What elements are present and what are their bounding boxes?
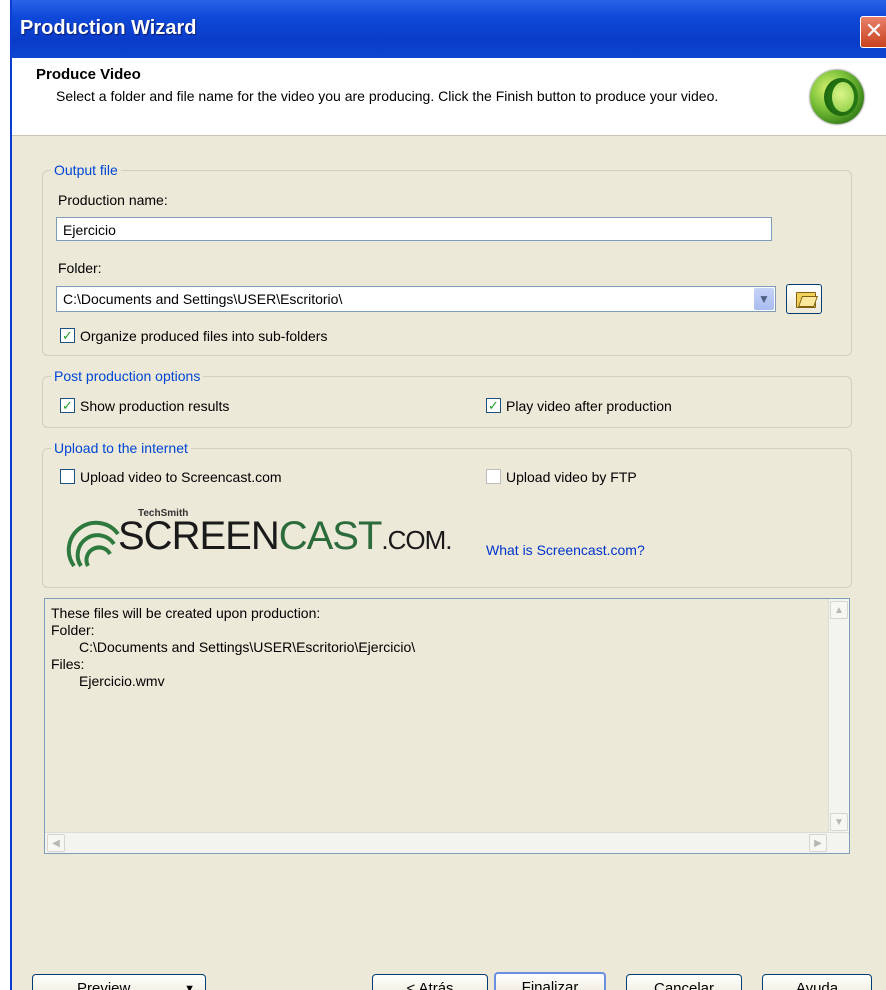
scroll-left-icon[interactable]: ◀ <box>47 834 65 852</box>
production-name-label: Production name: <box>58 192 168 208</box>
play-video-checkbox-label: Play video after production <box>506 398 672 414</box>
organize-checkbox-label: Organize produced files into sub-folders <box>80 328 328 344</box>
folder-dropdown[interactable]: C:\Documents and Settings\USER\Escritori… <box>56 286 776 312</box>
upload-screencast-checkbox[interactable]: Upload video to Screencast.com <box>60 468 360 486</box>
summary-line: Ejercicio.wmv <box>79 673 165 689</box>
production-wizard-window: Production Wizard ✕ Produce Video Select… <box>10 0 886 990</box>
summary-line: C:\Documents and Settings\USER\Escritori… <box>79 639 416 655</box>
preview-button[interactable]: Preview ▼ <box>32 974 206 990</box>
screencast-wordmark: SCREENCAST.COM. <box>118 514 453 559</box>
summary-line: Files: <box>51 656 85 672</box>
open-folder-icon <box>796 292 816 308</box>
upload-screencast-checkbox-box[interactable] <box>60 469 75 484</box>
wordmark-part-1: SCREEN <box>118 514 280 558</box>
show-results-checkbox-box[interactable]: ✓ <box>60 398 75 413</box>
page-description: Select a folder and file name for the vi… <box>56 88 719 104</box>
scroll-up-icon[interactable]: ▲ <box>830 601 848 619</box>
help-button[interactable]: Ayuda <box>762 974 872 990</box>
scroll-down-icon[interactable]: ▼ <box>830 813 848 831</box>
wordmark-part-3: .COM. <box>381 525 452 555</box>
summary-text: These files will be created upon product… <box>51 605 415 690</box>
preview-button-label: Preview <box>77 980 131 990</box>
folder-value: C:\Documents and Settings\USER\Escritori… <box>63 291 343 307</box>
horizontal-scrollbar[interactable]: ◀ ▶ <box>45 832 849 853</box>
close-icon: ✕ <box>864 18 884 43</box>
chevron-down-icon[interactable]: ▼ <box>754 288 774 310</box>
output-file-legend: Output file <box>54 162 118 178</box>
upload-screencast-checkbox-label: Upload video to Screencast.com <box>80 469 282 485</box>
camtasia-logo-icon <box>810 70 864 124</box>
screencast-rings-icon <box>66 520 120 568</box>
upload-ftp-checkbox-label: Upload video by FTP <box>506 469 637 485</box>
screencast-logo: TechSmith SCREENCAST.COM. <box>66 508 466 578</box>
cancel-button[interactable]: Cancelar <box>626 974 742 990</box>
vertical-scrollbar[interactable]: ▲ ▼ <box>828 599 849 833</box>
page-title: Produce Video <box>36 66 141 83</box>
organize-checkbox[interactable]: ✓ Organize produced files into sub-folde… <box>60 327 420 345</box>
play-video-checkbox[interactable]: ✓ Play video after production <box>486 397 746 415</box>
window-title: Production Wizard <box>20 17 197 39</box>
post-production-legend: Post production options <box>54 368 201 384</box>
show-results-checkbox-label: Show production results <box>80 398 230 414</box>
what-is-screencast-link[interactable]: What is Screencast.com? <box>486 542 645 558</box>
browse-folder-button[interactable] <box>786 284 822 314</box>
wizard-header: Produce Video Select a folder and file n… <box>12 58 886 136</box>
finish-button[interactable]: Finalizar <box>494 972 606 990</box>
upload-legend: Upload to the internet <box>54 440 188 456</box>
wordmark-part-2: CAST <box>278 514 383 558</box>
production-summary-box[interactable]: These files will be created upon product… <box>44 598 850 854</box>
chevron-down-icon[interactable]: ▼ <box>184 975 195 990</box>
folder-label: Folder: <box>58 260 102 276</box>
upload-ftp-checkbox-box[interactable] <box>486 469 501 484</box>
summary-line: Folder: <box>51 622 95 638</box>
title-bar[interactable]: Production Wizard ✕ <box>12 0 886 58</box>
scroll-right-icon[interactable]: ▶ <box>809 834 827 852</box>
summary-line: These files will be created upon product… <box>51 605 321 621</box>
back-button[interactable]: < Atrás <box>372 974 488 990</box>
play-video-checkbox-box[interactable]: ✓ <box>486 398 501 413</box>
upload-ftp-checkbox[interactable]: Upload video by FTP <box>486 468 706 486</box>
logo-highlight <box>832 82 854 112</box>
organize-checkbox-box[interactable]: ✓ <box>60 328 75 343</box>
close-button[interactable]: ✕ <box>860 16 886 48</box>
show-results-checkbox[interactable]: ✓ Show production results <box>60 397 320 415</box>
production-name-input[interactable]: Ejercicio <box>56 217 772 241</box>
